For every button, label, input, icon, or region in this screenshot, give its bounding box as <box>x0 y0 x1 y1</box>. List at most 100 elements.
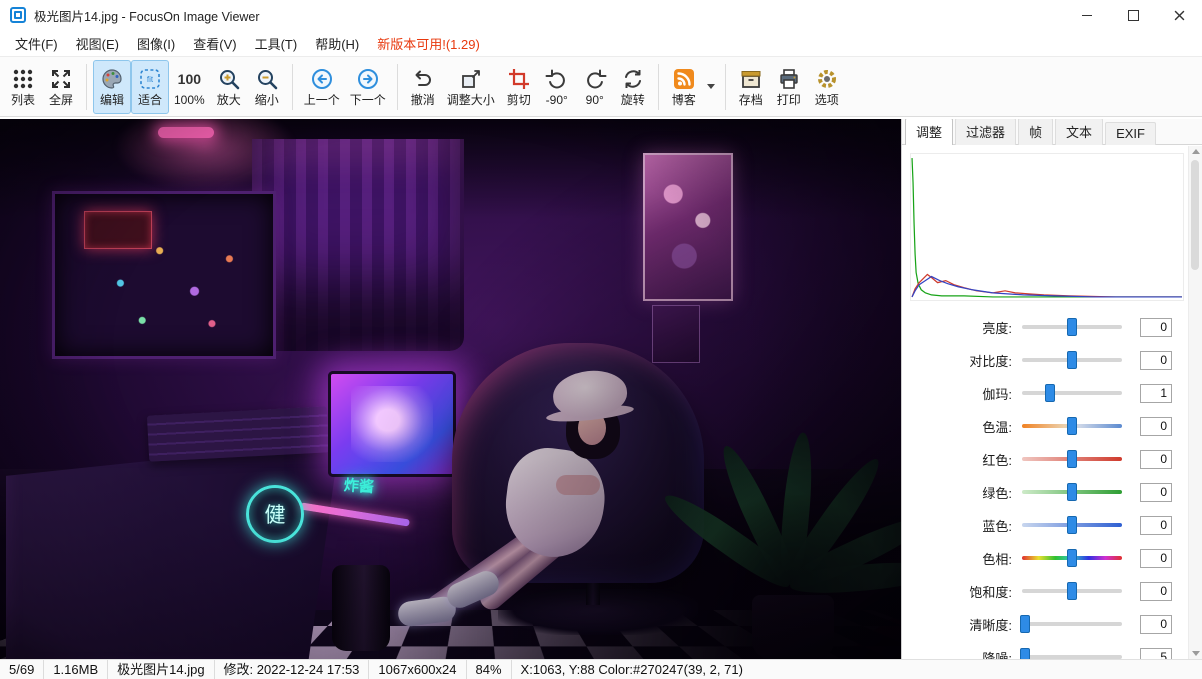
tab-exif[interactable]: EXIF <box>1105 122 1156 145</box>
slider-handle[interactable] <box>1067 549 1077 567</box>
contrast-value[interactable]: 0 <box>1140 351 1172 370</box>
toolbar-button-crop[interactable]: 剪切 <box>500 60 538 114</box>
brightness-slider[interactable] <box>1022 317 1122 337</box>
menu-image[interactable]: 图像(I) <box>128 30 184 57</box>
toolbar-button-zoom-out[interactable]: 缩小 <box>248 60 286 114</box>
sharpness-slider[interactable] <box>1022 614 1122 634</box>
toolbar-button-print[interactable]: 打印 <box>770 60 808 114</box>
tab-text[interactable]: 文本 <box>1055 119 1103 145</box>
tab-filters[interactable]: 过滤器 <box>955 119 1016 145</box>
toolbar-button-rotate-ccw[interactable]: -90° <box>538 60 576 114</box>
maximize-button[interactable] <box>1110 0 1156 30</box>
saturation-value[interactable]: 0 <box>1140 582 1172 601</box>
blue-value[interactable]: 0 <box>1140 516 1172 535</box>
toolbar-label: 剪切 <box>507 93 531 107</box>
color-temp-value[interactable]: 0 <box>1140 417 1172 436</box>
toolbar-button-fit[interactable]: fit 适合 <box>131 60 169 114</box>
toolbar-label: 旋转 <box>621 93 645 107</box>
toolbar-button-archive[interactable]: 存档 <box>732 60 770 114</box>
toolbar-button-blog[interactable]: 博客 <box>665 60 703 114</box>
slider-handle[interactable] <box>1067 516 1077 534</box>
menu-view[interactable]: 视图(E) <box>67 30 128 57</box>
minimize-icon <box>1082 15 1092 16</box>
slider-handle[interactable] <box>1067 450 1077 468</box>
blog-dropdown-arrow[interactable] <box>703 60 719 114</box>
panel-scrollbar[interactable] <box>1188 146 1202 659</box>
toolbar: 列表 全屏 编辑 fit 适合 100 100% 放大 缩小 <box>0 56 1202 117</box>
image-canvas[interactable]: 炸酱 健 <box>0 119 901 659</box>
slider-track[interactable] <box>1022 622 1122 626</box>
denoise-value[interactable]: 5 <box>1140 648 1172 660</box>
toolbar-label: 100% <box>174 93 205 107</box>
color-temp-slider[interactable] <box>1022 416 1122 436</box>
minimize-button[interactable] <box>1064 0 1110 30</box>
adjustments-panel: 调整 过滤器 帧 文本 EXIF 亮度: 0 对比度 <box>901 119 1202 659</box>
list-grid-icon <box>10 66 36 92</box>
scroll-up-icon <box>1192 149 1200 154</box>
brightness-value[interactable]: 0 <box>1140 318 1172 337</box>
tab-frame[interactable]: 帧 <box>1018 119 1053 145</box>
toolbar-button-edit[interactable]: 编辑 <box>93 60 131 114</box>
contrast-slider[interactable] <box>1022 350 1122 370</box>
tab-adjust[interactable]: 调整 <box>905 119 953 145</box>
menu-file[interactable]: 文件(F) <box>6 30 67 57</box>
toolbar-button-previous[interactable]: 上一个 <box>299 60 345 114</box>
toolbar-button-resize[interactable]: 调整大小 <box>442 60 500 114</box>
toolbar-label: 编辑 <box>100 93 124 107</box>
slider-label-blue: 蓝色: <box>912 516 1022 535</box>
slider-handle[interactable] <box>1045 384 1055 402</box>
hue-slider[interactable] <box>1022 548 1122 568</box>
slider-label-gamma: 伽玛: <box>912 384 1022 403</box>
toolbar-label: 90° <box>586 93 604 107</box>
hue-value[interactable]: 0 <box>1140 549 1172 568</box>
slider-handle[interactable] <box>1067 417 1077 435</box>
panel-tabs: 调整 过滤器 帧 文本 EXIF <box>902 119 1202 145</box>
slider-handle[interactable] <box>1067 351 1077 369</box>
slider-handle[interactable] <box>1067 318 1077 336</box>
slider-handle[interactable] <box>1020 615 1030 633</box>
slider-label-green: 绿色: <box>912 483 1022 502</box>
zoom-out-icon <box>254 66 280 92</box>
slider-rows: 亮度: 0 对比度: 0 伽玛: <box>902 317 1202 659</box>
gamma-slider[interactable] <box>1022 383 1122 403</box>
toolbar-button-options[interactable]: 选项 <box>808 60 846 114</box>
red-value[interactable]: 0 <box>1140 450 1172 469</box>
close-button[interactable] <box>1156 0 1202 30</box>
toolbar-button-next[interactable]: 下一个 <box>345 60 391 114</box>
menu-look[interactable]: 查看(V) <box>184 30 245 57</box>
menu-tools[interactable]: 工具(T) <box>246 30 307 57</box>
slider-handle[interactable] <box>1067 483 1077 501</box>
slider-row-color-temp: 色温: 0 <box>902 416 1202 436</box>
slider-track[interactable] <box>1022 391 1122 395</box>
red-slider[interactable] <box>1022 449 1122 469</box>
status-dimensions: 1067x600x24 <box>369 660 466 679</box>
status-bar: 5/69 1.16MB 极光图片14.jpg 修改: 2022-12-24 17… <box>0 659 1202 679</box>
gamma-value[interactable]: 1 <box>1140 384 1172 403</box>
toolbar-button-undo[interactable]: 撤消 <box>404 60 442 114</box>
scroll-down-icon <box>1192 651 1200 656</box>
toolbar-button-rotate-cw[interactable]: 90° <box>576 60 614 114</box>
blue-slider[interactable] <box>1022 515 1122 535</box>
slider-row-red: 红色: 0 <box>902 449 1202 469</box>
slider-row-sharpness: 清晰度: 0 <box>902 614 1202 634</box>
toolbar-button-fullscreen[interactable]: 全屏 <box>42 60 80 114</box>
window-title: 极光图片14.jpg - FocusOn Image Viewer <box>34 6 260 25</box>
green-value[interactable]: 0 <box>1140 483 1172 502</box>
sharpness-value[interactable]: 0 <box>1140 615 1172 634</box>
toolbar-button-zoom-100[interactable]: 100 100% <box>169 60 210 114</box>
update-notice-link[interactable]: 新版本可用!(1.29) <box>368 30 489 57</box>
previous-icon <box>309 66 335 92</box>
saturation-slider[interactable] <box>1022 581 1122 601</box>
slider-row-hue: 色相: 0 <box>902 548 1202 568</box>
slider-handle[interactable] <box>1067 582 1077 600</box>
printer-icon <box>776 66 802 92</box>
menu-help[interactable]: 帮助(H) <box>306 30 368 57</box>
maximize-icon <box>1128 10 1139 21</box>
toolbar-button-zoom-in[interactable]: 放大 <box>210 60 248 114</box>
toolbar-button-list[interactable]: 列表 <box>4 60 42 114</box>
denoise-slider[interactable] <box>1022 647 1122 659</box>
scrollbar-thumb[interactable] <box>1191 160 1199 270</box>
slider-handle[interactable] <box>1020 648 1030 659</box>
green-slider[interactable] <box>1022 482 1122 502</box>
toolbar-button-rotate[interactable]: 旋转 <box>614 60 652 114</box>
